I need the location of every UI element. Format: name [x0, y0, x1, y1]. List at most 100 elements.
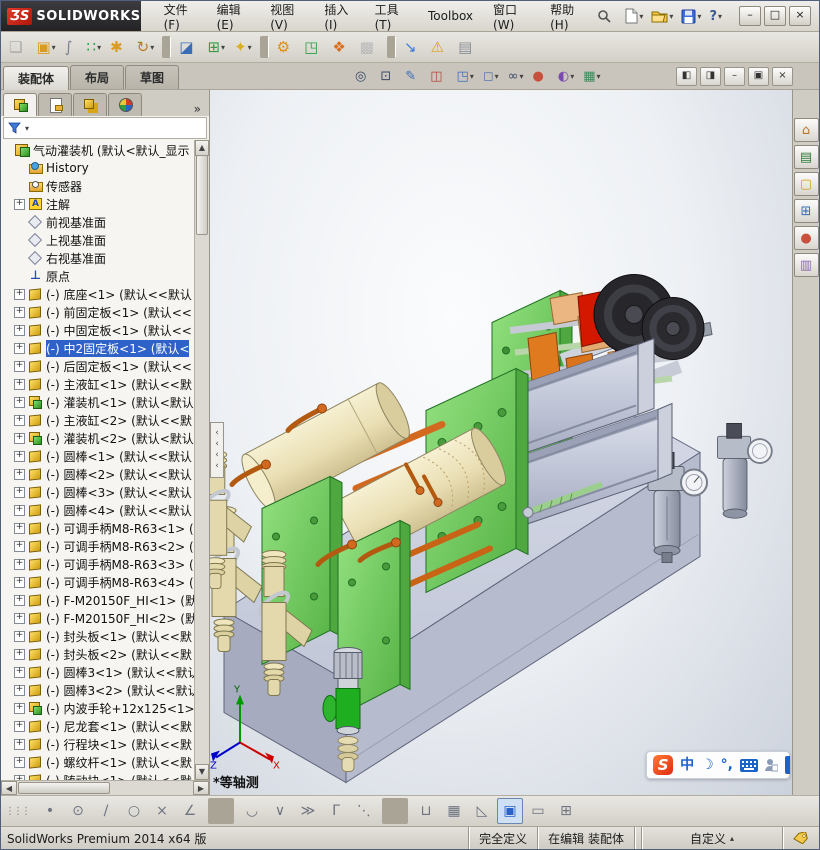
toolbar-button[interactable]: ∫ ▾: [61, 34, 82, 60]
sketch-tool-button[interactable]: ∠: [177, 798, 203, 824]
sketch-tool-button[interactable]: Γ: [323, 798, 349, 824]
expand-toggle-icon[interactable]: +: [14, 198, 25, 210]
tag-button[interactable]: [782, 827, 819, 849]
menu-item[interactable]: 视图(V): [261, 0, 313, 36]
scroll-down-icon[interactable]: ▼: [195, 764, 209, 780]
expand-toggle-icon[interactable]: +: [14, 522, 25, 534]
toolbar-button[interactable]: ∷ ▾: [83, 34, 106, 60]
scroll-up-icon[interactable]: ▲: [195, 140, 209, 156]
tree-item[interactable]: + 气动灌装机 (默认<默认_显示: [1, 141, 195, 159]
close-button[interactable]: ×: [789, 6, 811, 26]
expand-toggle-icon[interactable]: +: [14, 666, 25, 678]
tree-filter-field[interactable]: ▾: [3, 117, 207, 139]
tree-item[interactable]: + (-) 主液缸<2> (默认<<默: [1, 411, 195, 429]
toolbar-button[interactable]: ⊞ ▾: [203, 34, 229, 60]
expand-toggle-icon[interactable]: +: [14, 540, 25, 552]
toolbar-drag-handle[interactable]: ⋮⋮⋮: [5, 806, 31, 817]
toolbar-button[interactable]: ❏ ▾: [5, 34, 31, 60]
view-tool-button[interactable]: ◎ ▾: [351, 64, 375, 88]
toolbar-button[interactable]: ◪ ▾: [175, 34, 202, 60]
tree-item[interactable]: + (-) 中固定板<1> (默认<<: [1, 321, 195, 339]
tree-item[interactable]: + (-) 圆棒3<2> (默认<<默认: [1, 681, 195, 699]
view-tool-button[interactable]: ▦ ▾: [579, 64, 604, 88]
feature-manager-tab[interactable]: [3, 93, 37, 116]
menu-item[interactable]: 窗口(W): [484, 0, 539, 36]
sketch-tool-button[interactable]: ⊙: [65, 798, 91, 824]
scrollbar-thumb[interactable]: [18, 782, 110, 794]
caret-icon[interactable]: ▾: [97, 43, 101, 52]
ime-language-toggle[interactable]: 中: [680, 758, 694, 772]
menu-item[interactable]: 帮助(H): [541, 0, 594, 36]
document-window-button[interactable]: ◨: [700, 66, 721, 86]
task-pane-button[interactable]: ▢: [793, 172, 819, 196]
caret-icon[interactable]: ▾: [470, 72, 474, 81]
open-document-button[interactable]: ▾: [648, 4, 676, 28]
tree-item[interactable]: + (-) 可调手柄M8-R63<2> (: [1, 537, 195, 555]
toolbar-button[interactable]: ▣ ▾: [32, 34, 59, 60]
search-icon[interactable]: [594, 1, 615, 31]
scrollbar-thumb[interactable]: [196, 155, 208, 235]
tree-item[interactable]: + (-) 圆棒<4> (默认<<默认: [1, 501, 195, 519]
expand-toggle-icon[interactable]: +: [14, 720, 25, 732]
menu-item[interactable]: 工具(T): [366, 0, 417, 36]
expand-toggle-icon[interactable]: +: [14, 306, 25, 318]
expand-toggle-icon[interactable]: +: [14, 594, 25, 606]
document-window-button[interactable]: ×: [772, 66, 793, 86]
tree-item[interactable]: + (-) 主液缸<1> (默认<<默: [1, 375, 195, 393]
command-tab[interactable]: 装配体: [3, 66, 70, 90]
caret-icon[interactable]: ▾: [669, 12, 673, 21]
toolbar-button[interactable]: ▾: [387, 36, 396, 58]
expand-toggle-icon[interactable]: +: [14, 342, 25, 354]
expand-toggle-icon[interactable]: +: [14, 576, 25, 588]
document-window-button[interactable]: –: [724, 66, 745, 86]
view-tool-button[interactable]: ◫ ▾: [426, 64, 451, 88]
tree-item[interactable]: + 注解: [1, 195, 195, 213]
view-tool-button[interactable]: ● ▾: [529, 64, 553, 88]
save-document-button[interactable]: ▾: [678, 4, 704, 28]
toolbar-button[interactable]: ▤ ▾: [454, 34, 481, 60]
view-tool-button[interactable]: ✎ ▾: [401, 64, 425, 88]
tree-item[interactable]: + 右视基准面: [1, 249, 195, 267]
toolbar-button[interactable]: ⚙ ▾: [273, 34, 299, 60]
caret-icon[interactable]: ▾: [221, 43, 225, 52]
task-pane-button[interactable]: ▥: [793, 253, 819, 277]
toolbar-button[interactable]: ⚠ ▾: [427, 34, 453, 60]
sketch-tool-button[interactable]: ▦: [441, 798, 467, 824]
caret-icon[interactable]: ▾: [597, 72, 601, 81]
expand-toggle-icon[interactable]: +: [14, 756, 25, 768]
menu-item[interactable]: Toolbox: [419, 5, 482, 27]
toolbar-button[interactable]: ↘ ▾: [400, 34, 426, 60]
task-pane-button[interactable]: ⌂: [793, 118, 819, 142]
tree-item[interactable]: + (-) 随动块<1> (默认<<默: [1, 771, 195, 780]
caret-icon[interactable]: ▾: [495, 72, 499, 81]
task-pane-button[interactable]: ●: [793, 226, 819, 250]
maximize-button[interactable]: □: [764, 6, 786, 26]
expand-toggle-icon[interactable]: +: [14, 468, 25, 480]
tree-item[interactable]: + 前视基准面: [1, 213, 195, 231]
toolbar-button[interactable]: ✦ ▾: [230, 34, 256, 60]
toolbar-button[interactable]: ▩ ▾: [356, 34, 383, 60]
tree-item[interactable]: + 原点: [1, 267, 195, 285]
minimize-button[interactable]: –: [739, 6, 761, 26]
caret-icon[interactable]: ▾: [697, 12, 701, 21]
sketch-tool-button[interactable]: ◡: [239, 798, 265, 824]
new-document-button[interactable]: ▾: [621, 4, 646, 28]
tree-item[interactable]: + (-) 前固定板<1> (默认<<: [1, 303, 195, 321]
task-pane-button[interactable]: ⊞: [793, 199, 819, 223]
expand-toggle-icon[interactable]: +: [14, 702, 25, 714]
sketch-tool-button[interactable]: ○: [121, 798, 147, 824]
sketch-tool-button[interactable]: ⊞: [553, 798, 579, 824]
tree-item[interactable]: + (-) 圆棒3<1> (默认<<默认: [1, 663, 195, 681]
sogou-logo-icon[interactable]: S: [653, 755, 674, 775]
sketch-tool-button[interactable]: ⊔: [413, 798, 439, 824]
task-pane-button[interactable]: ▤: [793, 145, 819, 169]
expand-toggle-icon[interactable]: +: [14, 432, 25, 444]
toolbar-button[interactable]: ◳ ▾: [300, 34, 327, 60]
sketch-tool-button[interactable]: ◺: [469, 798, 495, 824]
feature-manager-tab[interactable]: [108, 93, 142, 116]
caret-icon[interactable]: ▾: [570, 72, 574, 81]
pane-splitter-handle[interactable]: ‹ ‹ ‹ ‹: [210, 422, 224, 478]
tree-item[interactable]: + (-) 灌装机<2> (默认<默认: [1, 429, 195, 447]
caret-icon[interactable]: ▾: [25, 124, 29, 133]
ime-more-icon[interactable]: [785, 756, 790, 774]
